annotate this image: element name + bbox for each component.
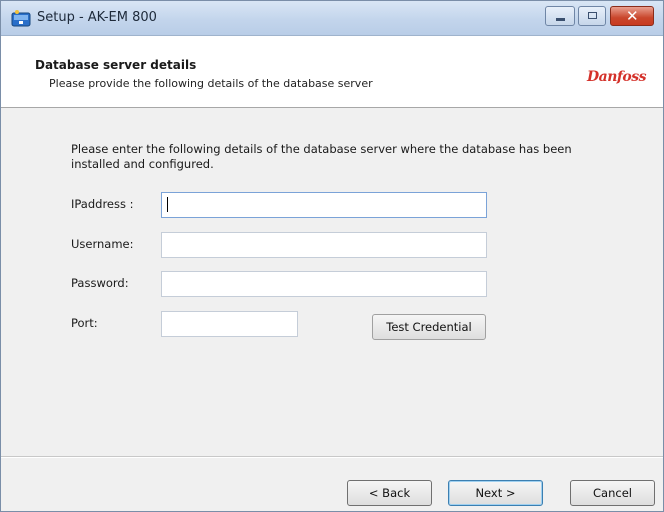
close-button[interactable]: ✕ xyxy=(610,6,654,26)
password-field[interactable] xyxy=(161,271,487,297)
text-caret xyxy=(167,197,168,212)
instructions-text: Please enter the following details of th… xyxy=(71,142,572,171)
setup-app-icon xyxy=(11,10,31,27)
cancel-button[interactable]: Cancel xyxy=(570,480,655,506)
minimize-icon xyxy=(556,18,565,21)
setup-window: Setup - AK-EM 800 ✕ Database server deta… xyxy=(0,0,664,512)
footer-divider xyxy=(1,456,663,458)
password-label: Password: xyxy=(71,276,129,290)
close-icon: ✕ xyxy=(626,7,639,25)
danfoss-logo: Danfoss xyxy=(587,69,647,85)
username-label: Username: xyxy=(71,237,134,251)
test-credential-button[interactable]: Test Credential xyxy=(372,314,486,340)
window-title: Setup - AK-EM 800 xyxy=(37,10,157,25)
page-subtitle: Please provide the following details of … xyxy=(49,77,373,90)
title-bar[interactable]: Setup - AK-EM 800 ✕ xyxy=(1,1,663,36)
minimize-button[interactable] xyxy=(545,6,575,26)
ipaddress-label: IPaddress : xyxy=(71,197,134,211)
next-button[interactable]: Next > xyxy=(448,480,543,506)
page-title: Database server details xyxy=(35,58,197,72)
ipaddress-field[interactable] xyxy=(161,192,487,218)
maximize-button[interactable] xyxy=(578,6,606,26)
wizard-header xyxy=(1,36,663,108)
back-button[interactable]: < Back xyxy=(347,480,432,506)
port-field[interactable] xyxy=(161,311,298,337)
port-label: Port: xyxy=(71,316,98,330)
username-field[interactable] xyxy=(161,232,487,258)
maximize-icon xyxy=(588,12,597,19)
